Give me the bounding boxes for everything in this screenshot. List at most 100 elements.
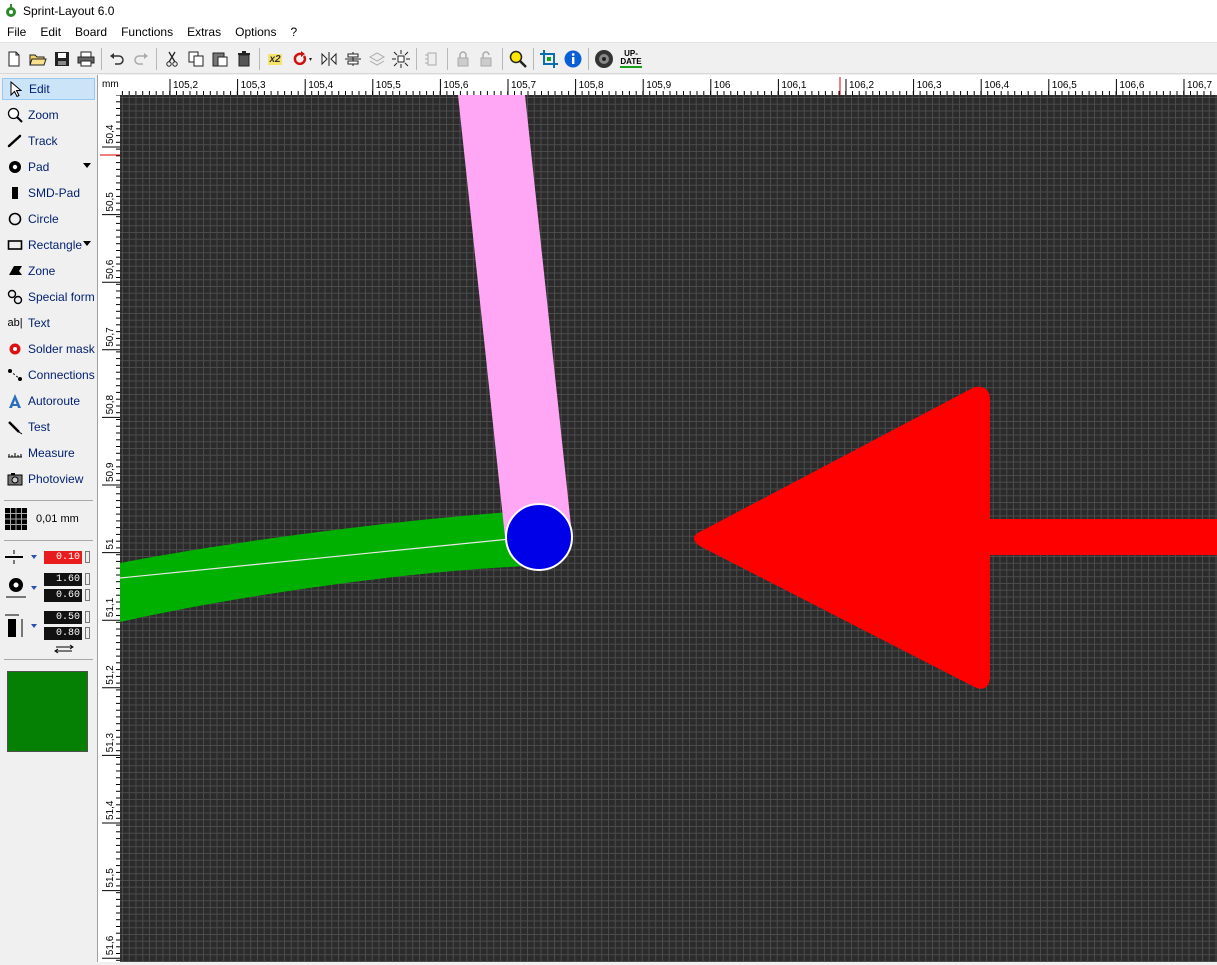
tool-label: Measure: [28, 446, 75, 460]
components-button[interactable]: [420, 47, 444, 71]
ruler-label: 105,5: [376, 80, 401, 91]
tool-rectangle[interactable]: Rectangle: [2, 234, 95, 256]
tool-zoom[interactable]: Zoom: [2, 104, 95, 126]
menu-board[interactable]: Board: [68, 22, 114, 42]
pad-inner-field[interactable]: 0.60: [44, 589, 82, 602]
ruler-label: 105,4: [308, 80, 333, 91]
menu-help[interactable]: ?: [283, 22, 304, 42]
ruler-unit: mm: [102, 79, 119, 90]
delete-button[interactable]: [232, 47, 256, 71]
copy-button[interactable]: [184, 47, 208, 71]
info-button[interactable]: [561, 47, 585, 71]
tool-special-form[interactable]: Special form: [2, 286, 95, 308]
lock-button[interactable]: [451, 47, 475, 71]
ruler-label: 106,1: [781, 80, 806, 91]
tool-autoroute[interactable]: Autoroute: [2, 390, 95, 412]
explode-button[interactable]: [389, 47, 413, 71]
paste-button[interactable]: [208, 47, 232, 71]
print-button[interactable]: [74, 47, 98, 71]
align-button[interactable]: [341, 47, 365, 71]
horizontal-ruler-scale: 105,2 105,3 105,4 105,5 105,6 105,7 105,8 105,9…: [121, 77, 1212, 95]
tool-measure[interactable]: Measure: [2, 442, 95, 464]
update-button[interactable]: UP- DATE: [616, 47, 646, 71]
tool-photoview[interactable]: Photoview: [2, 468, 95, 490]
tool-label: Circle: [28, 212, 59, 226]
gear-icon: [595, 50, 613, 68]
tool-zone[interactable]: Zone: [2, 260, 95, 282]
tool-label: Track: [28, 134, 58, 148]
via-pad: [505, 503, 573, 571]
ruler-label: 51,4: [105, 800, 116, 820]
title-bar: Sprint-Layout 6.0: [0, 0, 1217, 22]
grid-value[interactable]: 0,01 mm: [36, 513, 79, 525]
open-folder-icon: [29, 54, 47, 66]
tool-circle[interactable]: Circle: [2, 208, 95, 230]
menu-functions[interactable]: Functions: [114, 22, 180, 42]
menu-edit[interactable]: Edit: [33, 22, 68, 42]
smd-height-field[interactable]: 0.80: [44, 627, 82, 640]
zoom-x2-button[interactable]: x2: [263, 47, 287, 71]
gerber-button[interactable]: [592, 47, 616, 71]
new-file-button[interactable]: [2, 47, 26, 71]
board-drawing: [120, 95, 1217, 689]
grid-icon[interactable]: [5, 508, 27, 530]
pad-outer-field[interactable]: 1.60: [44, 573, 82, 586]
top-copper-track: [458, 95, 572, 537]
ruler-label: 105,9: [646, 80, 671, 91]
layer-button[interactable]: [365, 47, 389, 71]
smd-height-stepper[interactable]: [85, 627, 90, 639]
chevron-down-icon[interactable]: [31, 586, 37, 590]
chevron-down-icon[interactable]: [31, 624, 37, 628]
open-file-button[interactable]: [26, 47, 50, 71]
tool-solder-mask[interactable]: Solder mask: [2, 338, 95, 360]
smd-pad-icon: [6, 184, 24, 202]
tool-pad[interactable]: Pad: [2, 156, 95, 178]
save-button[interactable]: [50, 47, 74, 71]
tool-smd-pad[interactable]: SMD-Pad: [2, 182, 95, 204]
crop-button[interactable]: [537, 47, 561, 71]
connections-icon: [6, 366, 24, 384]
panel-divider: [4, 500, 93, 501]
redo-button[interactable]: [129, 47, 153, 71]
undo-button[interactable]: [105, 47, 129, 71]
zoom-all-button[interactable]: [506, 47, 530, 71]
ruler-label: 51,2: [105, 665, 116, 685]
tool-edit[interactable]: Edit: [2, 78, 95, 100]
cursor-arrow-icon: [7, 80, 25, 98]
ruler-label: 106,7: [1187, 80, 1212, 91]
tool-connections[interactable]: Connections: [2, 364, 95, 386]
swap-icon[interactable]: [54, 644, 74, 654]
chevron-down-icon[interactable]: [83, 163, 91, 168]
toolbar-separator: [416, 48, 417, 70]
mirror-button[interactable]: [317, 47, 341, 71]
menu-file[interactable]: File: [0, 22, 33, 42]
track-width-stepper[interactable]: [85, 551, 90, 563]
track-width-field[interactable]: 0.10: [44, 551, 82, 564]
active-layer-color[interactable]: [7, 671, 88, 752]
smd-width-field[interactable]: 0.50: [44, 611, 82, 624]
ruler-label: 51: [105, 538, 116, 550]
scissors-icon: [166, 51, 178, 67]
tool-text[interactable]: ab| Text: [2, 312, 95, 334]
crop-icon: [540, 50, 558, 68]
pcb-canvas[interactable]: [120, 95, 1217, 962]
ruler-label: 51,6: [105, 935, 116, 955]
menu-extras[interactable]: Extras: [180, 22, 228, 42]
rotate-button[interactable]: [287, 47, 317, 71]
tool-test[interactable]: Test: [2, 416, 95, 438]
chevron-down-icon[interactable]: [83, 241, 91, 246]
pad-size-icon: [6, 578, 26, 598]
smd-width-stepper[interactable]: [85, 611, 90, 623]
pad-outer-stepper[interactable]: [85, 573, 90, 585]
circle-icon: [6, 210, 24, 228]
tool-label: Zone: [28, 264, 56, 278]
unlock-button[interactable]: [475, 47, 499, 71]
chevron-down-icon[interactable]: [31, 555, 37, 559]
tool-track[interactable]: Track: [2, 130, 95, 152]
ruler-label: 105,6: [443, 80, 468, 91]
cut-button[interactable]: [160, 47, 184, 71]
menu-options[interactable]: Options: [228, 22, 283, 42]
pad-inner-stepper[interactable]: [85, 589, 90, 601]
panel-divider: [4, 659, 93, 660]
paste-icon: [212, 52, 228, 67]
